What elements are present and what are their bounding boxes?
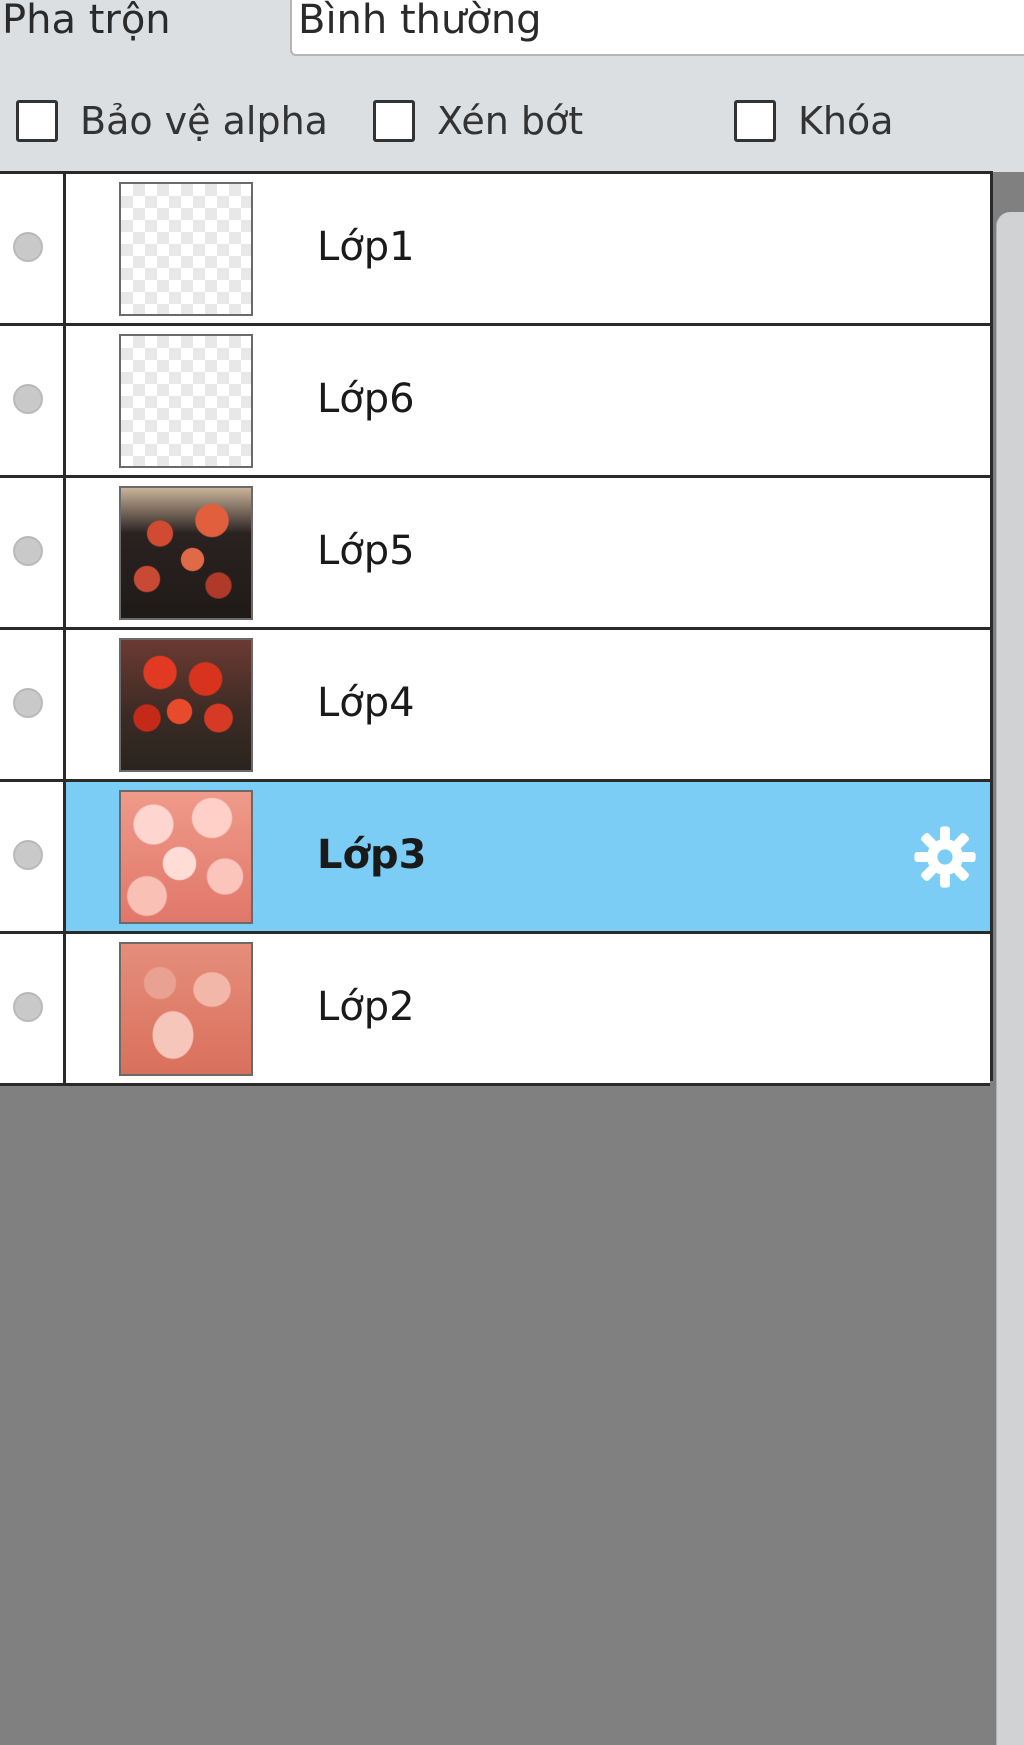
layer-row[interactable]: Lớp1 bbox=[0, 174, 990, 326]
layer-thumbnail bbox=[119, 790, 253, 924]
clip-checkbox[interactable]: Xén bớt bbox=[373, 96, 583, 146]
protect-alpha-checkbox[interactable]: Bảo vệ alpha bbox=[16, 96, 328, 146]
clip-label: Xén bớt bbox=[437, 99, 584, 143]
layer-thumbnail bbox=[119, 638, 253, 772]
layer-row[interactable]: Lớp4 bbox=[0, 630, 990, 782]
visibility-cell[interactable] bbox=[0, 326, 66, 475]
visibility-icon[interactable] bbox=[13, 384, 43, 414]
layer-name: Lớp4 bbox=[317, 680, 415, 726]
checkbox-box[interactable] bbox=[734, 100, 776, 142]
lock-label: Khóa bbox=[798, 99, 894, 143]
layer-row[interactable]: Lớp6 bbox=[0, 326, 990, 478]
protect-alpha-label: Bảo vệ alpha bbox=[80, 99, 328, 143]
layer-name: Lớp6 bbox=[317, 376, 415, 422]
blend-mode-label: Pha trộn bbox=[2, 0, 171, 43]
blend-mode-value: Bình thường bbox=[298, 0, 542, 43]
visibility-icon[interactable] bbox=[13, 992, 43, 1022]
visibility-cell[interactable] bbox=[0, 478, 66, 627]
layer-name: Lớp1 bbox=[317, 224, 415, 270]
layer-thumbnail bbox=[119, 334, 253, 468]
scrollbar[interactable] bbox=[996, 212, 1024, 1745]
gear-icon[interactable] bbox=[910, 822, 980, 892]
layer-options-panel: Pha trộn Bình thường Bảo vệ alpha Xén bớ… bbox=[0, 0, 1024, 172]
layer-row[interactable]: Lớp2 bbox=[0, 934, 990, 1086]
blend-mode-select[interactable]: Bình thường bbox=[290, 0, 1024, 56]
layer-name: Lớp5 bbox=[317, 528, 415, 574]
layer-thumbnail bbox=[119, 182, 253, 316]
lock-checkbox[interactable]: Khóa bbox=[734, 96, 894, 146]
layer-name: Lớp3 bbox=[317, 832, 427, 878]
visibility-cell[interactable] bbox=[0, 630, 66, 779]
checkbox-box[interactable] bbox=[16, 100, 58, 142]
layer-name: Lớp2 bbox=[317, 984, 415, 1030]
layer-row[interactable]: Lớp5 bbox=[0, 478, 990, 630]
layer-list: Lớp1 Lớp6 Lớp5 Lớp4 Lớp3 Lớp2 bbox=[0, 171, 993, 1086]
visibility-cell[interactable] bbox=[0, 782, 66, 931]
checkbox-box[interactable] bbox=[373, 100, 415, 142]
visibility-icon[interactable] bbox=[13, 536, 43, 566]
visibility-icon[interactable] bbox=[13, 840, 43, 870]
visibility-icon[interactable] bbox=[13, 688, 43, 718]
layer-row[interactable]: Lớp3 bbox=[0, 782, 990, 934]
layer-thumbnail bbox=[119, 486, 253, 620]
visibility-icon[interactable] bbox=[13, 232, 43, 262]
layer-thumbnail bbox=[119, 942, 253, 1076]
visibility-cell[interactable] bbox=[0, 174, 66, 323]
visibility-cell[interactable] bbox=[0, 934, 66, 1083]
